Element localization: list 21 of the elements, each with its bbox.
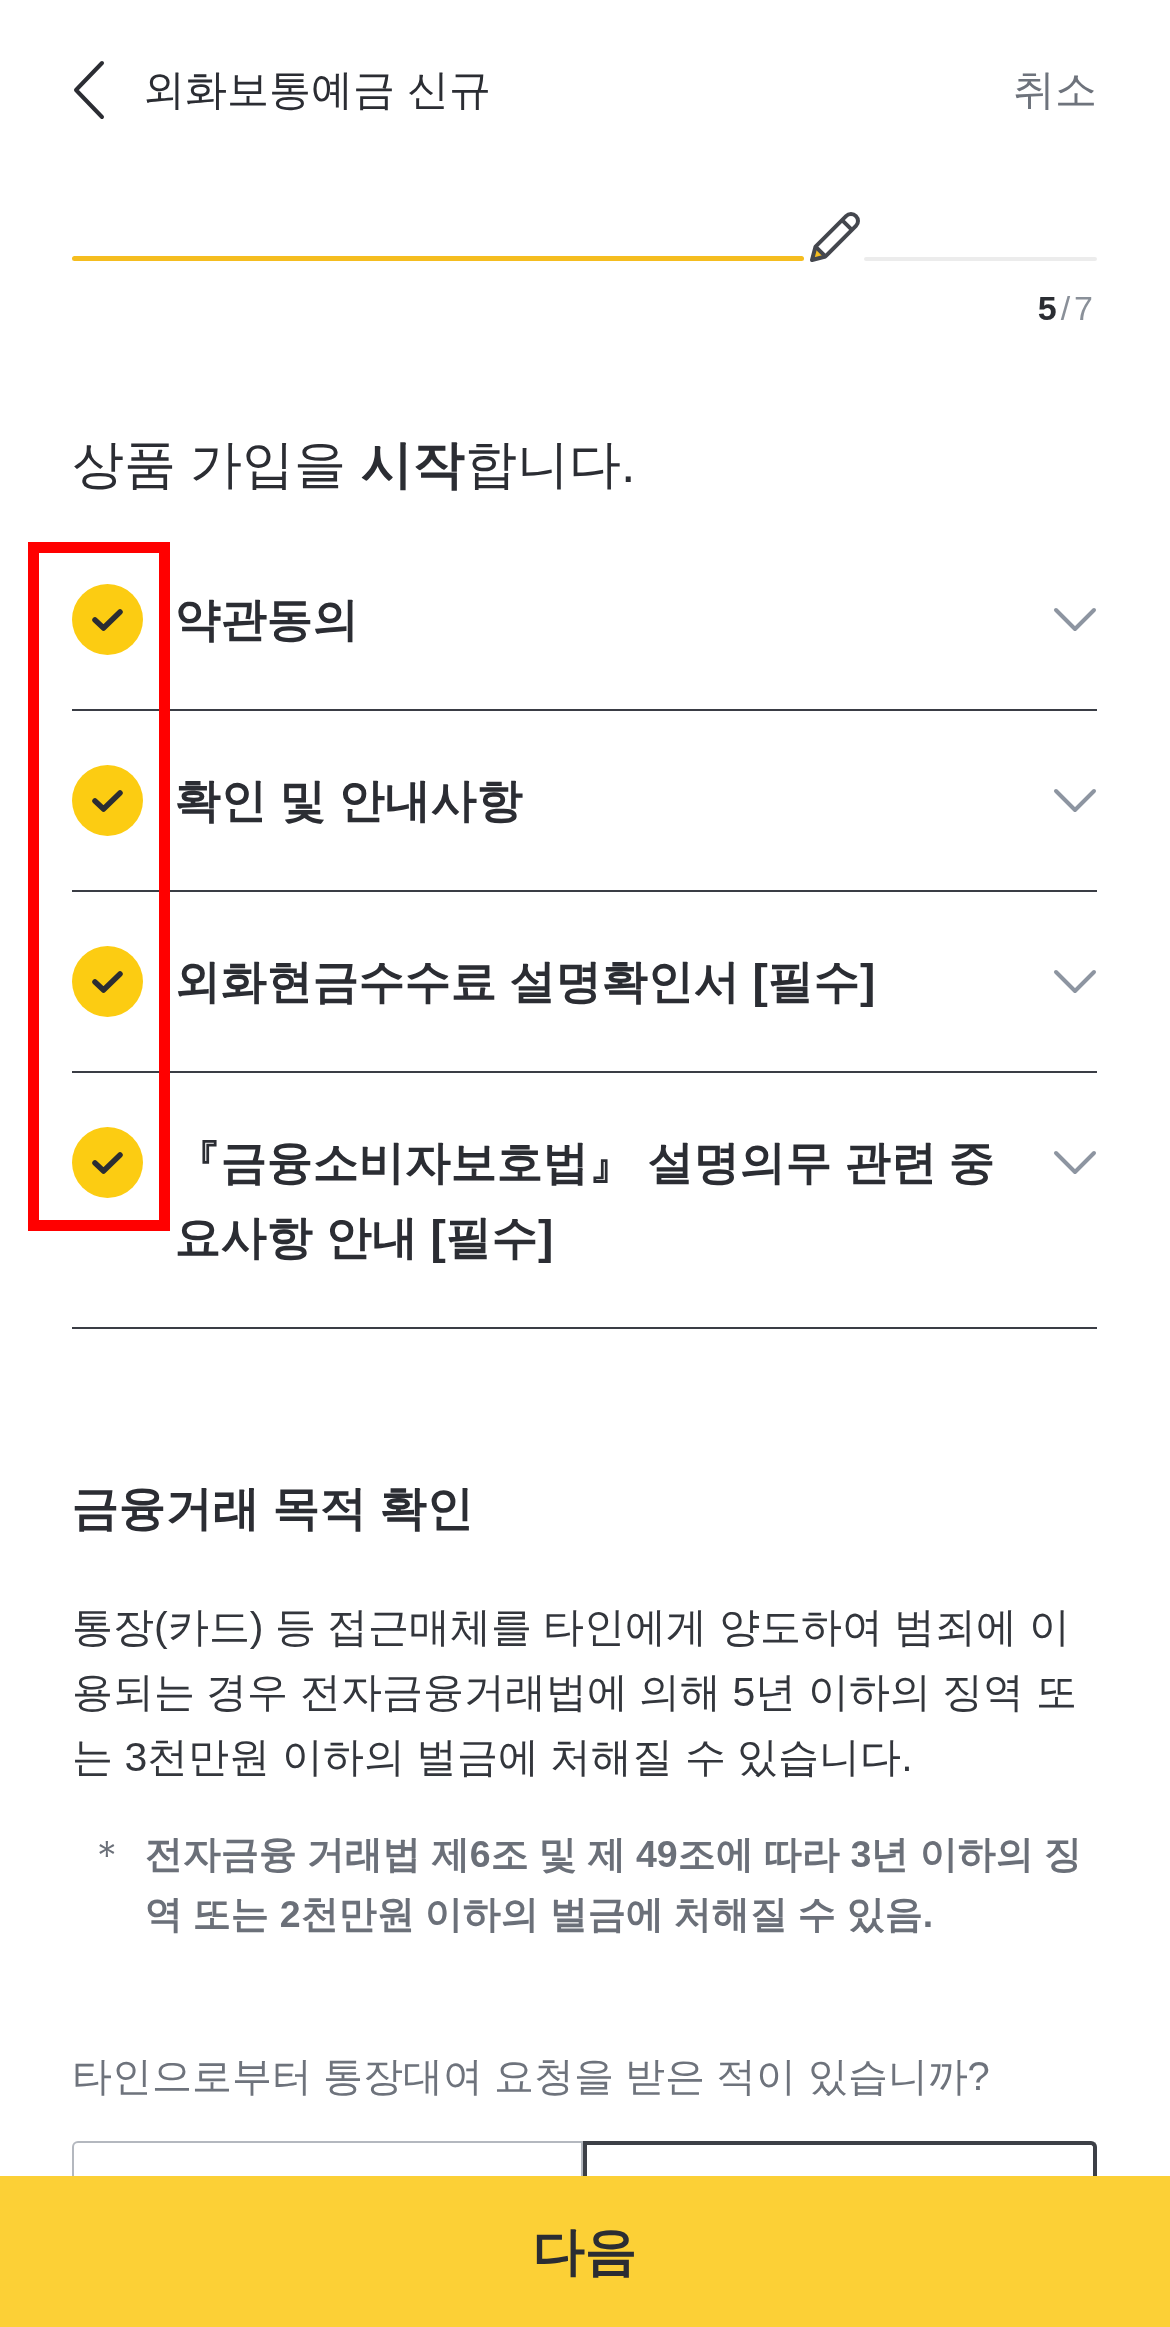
step-current: 5 (1037, 288, 1057, 329)
next-button[interactable]: 다음 (0, 2176, 1170, 2327)
chevron-icon[interactable] (1053, 607, 1097, 633)
heading: 상품 가입을 시작합니다. (72, 434, 637, 495)
answer-option[interactable] (582, 2141, 1097, 2176)
agreement-label[interactable]: 『금융소비자보호법』 설명의무 관련 중요사항 안내 [필수] (175, 1125, 1015, 1275)
page-title: 외화보통예금 신규 (143, 65, 491, 115)
agreement-label[interactable]: 외화현금수수료 설명확인서 [필수] (175, 944, 1015, 1019)
chevron-icon[interactable] (1053, 969, 1097, 995)
agreement-label[interactable]: 확인 및 안내사항 (175, 763, 1015, 838)
chevron-icon[interactable] (1053, 788, 1097, 814)
section-title: 금융거래 목적 확인 (72, 1480, 476, 1536)
cancel-button[interactable]: 취소 (1013, 60, 1097, 120)
question-text: 타인으로부터 통장대여 요청을 받은 적이 있습니까? (72, 2053, 991, 2100)
note-bullet: ＊ (87, 1832, 127, 1877)
agreement-label[interactable]: 약관동의 (175, 582, 1015, 657)
note-text: 전자금융 거래법 제6조 및 제 49조에 따라 3년 이하의 징역 또는 2천만원 이하의 벌금에 처해질 수 있음. (145, 1832, 1084, 1937)
chevron-icon[interactable] (1053, 1150, 1097, 1176)
back-icon[interactable] (72, 60, 106, 120)
step-total: /7 (1060, 288, 1097, 329)
warning-text: 통장(카드) 등 접근매체를 타인에게 양도하여 범죄에 이용되는 경우 전자금융거래법에 의해 5년 이하의 징역 또는 3천만원 이하의 벌금에 처해질 수 있습니다. (72, 1603, 1078, 1782)
